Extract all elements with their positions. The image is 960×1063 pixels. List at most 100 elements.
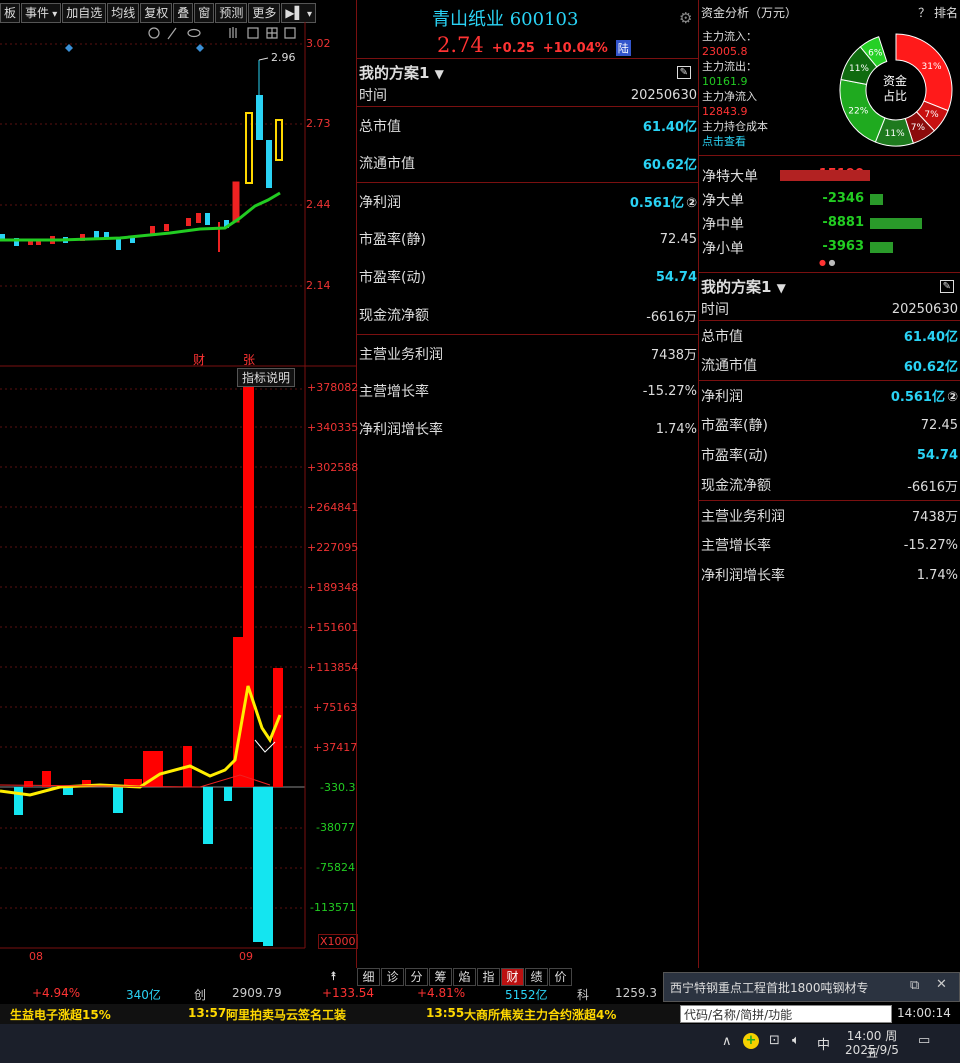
- plan-row-value: 61.40亿: [903, 330, 958, 345]
- volume-multiplier: X1000: [318, 934, 358, 949]
- flow-label: 净特大单: [702, 169, 758, 185]
- plan-row: 现金流净额 -6616万: [357, 296, 699, 334]
- volume-icon[interactable]: 🔈︎: [792, 1033, 800, 1048]
- plan-row: 净利润增长率 1.74%: [357, 410, 699, 448]
- cost-label: 主力持仓成本: [702, 120, 768, 133]
- plan-row-value: -15.27%: [642, 383, 697, 399]
- plan-row-value: 7438万: [911, 510, 958, 525]
- bottom-tab[interactable]: 指: [477, 968, 500, 986]
- grid-icon: [266, 27, 278, 39]
- connect-badge: 陆: [615, 40, 631, 56]
- donut-center: 资金 占比: [882, 74, 907, 103]
- bottom-tab[interactable]: 分: [405, 968, 428, 986]
- price-change: +0.25: [491, 41, 535, 56]
- outflow-label: 主力流出：: [702, 60, 757, 73]
- stock-title: 青山纸业 600103: [432, 5, 578, 31]
- plan-row-label: 市盈率(动): [701, 448, 768, 464]
- page-dots[interactable]: ● ●: [819, 258, 836, 267]
- bottom-tab[interactable]: 诊: [381, 968, 404, 986]
- ticker-item[interactable]: 生益电子涨超15%: [10, 1006, 111, 1023]
- funds-panel: 资金分析（万元） ？ 排名 主力流入： 23005.8 主力流出： 10161.…: [699, 0, 960, 968]
- plan-row-label: 净利润: [359, 194, 401, 211]
- flow-bar: [870, 194, 883, 205]
- plan-header[interactable]: 我的方案1 ▼ ✎: [357, 60, 699, 84]
- plan-row: 流通市值 60.62亿: [699, 350, 960, 380]
- stock-name: 青山纸业: [432, 9, 504, 30]
- bottom-tab[interactable]: 焰: [453, 968, 476, 986]
- plan-header-2[interactable]: 我的方案1 ▼ ✎: [699, 274, 960, 298]
- network-icon[interactable]: ⊡: [769, 1033, 780, 1048]
- plan-row-value: 7438万: [650, 348, 697, 363]
- plan-title-2: 我的方案1 ▼: [701, 277, 786, 296]
- volume-tick: +227095: [307, 541, 359, 554]
- bottom-tab[interactable]: 财: [501, 968, 524, 986]
- edit-icon[interactable]: ✎: [939, 279, 954, 293]
- funds-summary: 主力流入： 23005.8 主力流出： 10161.9 主力净流入 12843.…: [702, 29, 768, 149]
- plan-row: 主营增长率 -15.27%: [357, 372, 699, 410]
- close-icon[interactable]: ✕: [936, 977, 947, 992]
- plan-row-value: 54.74: [655, 269, 697, 285]
- status-index-change: +133.54: [322, 986, 375, 1000]
- status-index-pct: +4.81%: [417, 986, 466, 1000]
- month-label: 08: [29, 950, 43, 963]
- price-tick: 2.73: [306, 117, 331, 130]
- last-price: 2.74: [437, 33, 484, 57]
- ticker-time: 13:55: [426, 1006, 465, 1020]
- collapse-up-icon[interactable]: ⯭: [330, 969, 337, 984]
- search-input[interactable]: 代码/名称/简拼/功能: [680, 1005, 892, 1023]
- bottom-tab[interactable]: 筹: [429, 968, 452, 986]
- plan-row: 市盈率(动) 54.74: [357, 258, 699, 296]
- plan-row-label: 主营增长率: [701, 538, 771, 554]
- news-popup[interactable]: 西宁特钢重点工程首批1800吨钢材专 ⧉ ✕: [663, 972, 960, 1002]
- volume-tick: +340335: [307, 421, 359, 434]
- edit-icon[interactable]: ✎: [676, 65, 691, 79]
- plan-row-value: 20250630: [630, 87, 697, 103]
- kline-chart-panel[interactable]: 板 事件 加自选 均线 复权 叠 窗 预测 更多 ▶▌: [0, 0, 359, 983]
- inflow-label: 主力流入：: [702, 30, 757, 43]
- rank-button[interactable]: ？ 排名: [918, 4, 958, 21]
- gear-icon[interactable]: ⚙: [679, 9, 692, 27]
- plan-rows-2: 时间 20250630 总市值 61.40亿 流通市值 60.62亿 净利润 0.561亿 ② 市…: [699, 298, 960, 590]
- status-index-value: 2909.79: [232, 986, 282, 1000]
- index-status-bar: +4.94% 340亿 创 2909.79 +133.54 +4.81% 515…: [0, 986, 660, 1004]
- bottom-tab[interactable]: 绩: [525, 968, 548, 986]
- finance-marker[interactable]: 财: [193, 351, 205, 368]
- plan-row-label: 主营业务利润: [359, 346, 443, 363]
- plan-row: 主营增长率 -15.27%: [699, 530, 960, 560]
- plan-row: 主营业务利润 7438万: [357, 334, 699, 372]
- settings-icon: [148, 27, 160, 39]
- limit-up-marker[interactable]: 张: [243, 351, 255, 368]
- restore-icon[interactable]: ⧉: [910, 978, 919, 993]
- bottom-tab[interactable]: 细: [357, 968, 380, 986]
- volume-tick: -330.3: [320, 781, 356, 794]
- event-marker-icon: [65, 44, 73, 52]
- tray-app-icon[interactable]: +: [743, 1033, 759, 1049]
- volume-tick: +378082: [307, 381, 359, 394]
- volume-tick: -75824: [316, 861, 355, 874]
- info-panel: 青山纸业 600103 ⚙ 2.74 +0.25 +10.04% 陆 我的方案1…: [357, 0, 699, 968]
- news-ticker[interactable]: 生益电子涨超15% 13:57 阿里拍卖马云签名工装 13:55 大商所焦炭主力…: [0, 1004, 680, 1024]
- flow-label: 净大单: [702, 193, 744, 209]
- ticker-item[interactable]: 大商所焦炭主力合约涨超4%: [464, 1006, 616, 1023]
- donut-slice-label: 7%: [911, 123, 926, 133]
- news-text[interactable]: 西宁特钢重点工程首批1800吨钢材专: [670, 979, 890, 996]
- ime-indicator[interactable]: 中: [817, 1034, 830, 1053]
- plan-row-value: 54.74: [916, 447, 958, 463]
- fullscreen-icon: [284, 27, 296, 39]
- plan-title: 我的方案1 ▼: [359, 63, 444, 82]
- plan-row-value: -6616万: [646, 309, 697, 325]
- notification-icon[interactable]: ▭: [918, 1033, 930, 1048]
- plan-row-label: 主营增长率: [359, 384, 429, 400]
- cost-link[interactable]: 点击查看: [702, 134, 768, 149]
- status-pct: +4.94%: [32, 986, 81, 1000]
- plan-row-value: 72.45: [920, 417, 958, 433]
- taskbar-date[interactable]: 2025/9/5: [841, 1043, 903, 1057]
- chevron-up-icon[interactable]: ∧: [722, 1034, 732, 1049]
- bottom-tab[interactable]: 价: [549, 968, 572, 986]
- plan-row-label: 流通市值: [701, 358, 757, 374]
- hand-icon: [229, 27, 237, 38]
- net-inflow-label: 主力净流入: [702, 90, 757, 103]
- donut-slice-label: 6%: [868, 48, 883, 58]
- ticker-item[interactable]: 阿里拍卖马云签名工装: [226, 1006, 346, 1023]
- indicator-help-button[interactable]: 指标说明: [237, 368, 296, 387]
